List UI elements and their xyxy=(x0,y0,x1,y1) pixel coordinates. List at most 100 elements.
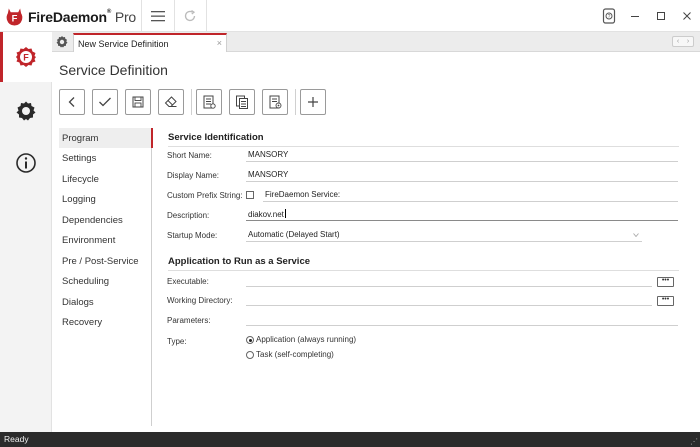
maximize-button[interactable] xyxy=(648,0,674,32)
settings-gear-icon xyxy=(16,101,36,121)
tab-settings-icon[interactable] xyxy=(55,35,69,49)
type-label: Type: xyxy=(167,337,187,346)
maximize-icon xyxy=(657,12,665,20)
startup-mode-value: Automatic (Delayed Start) xyxy=(248,230,340,239)
executable-browse-button[interactable]: ••• xyxy=(657,277,674,287)
section-title-identification: Service Identification xyxy=(168,132,264,143)
status-text: Ready xyxy=(4,434,29,444)
app-logo: F FireDaemon® Pro xyxy=(6,6,136,28)
help-button[interactable]: ? xyxy=(594,0,624,32)
nav-item-environment[interactable]: Environment xyxy=(59,231,152,251)
titlebar-divider xyxy=(206,0,207,32)
svg-text:F: F xyxy=(23,53,29,63)
refresh-button[interactable] xyxy=(174,0,206,32)
section-divider xyxy=(168,270,679,271)
description-label: Description: xyxy=(167,211,210,220)
executable-input[interactable] xyxy=(246,275,652,287)
document-tab-strip: New Service Definition × ‹ › xyxy=(52,32,700,52)
eraser-icon xyxy=(164,96,177,107)
prefix-label: Custom Prefix String: xyxy=(167,191,243,200)
minimize-button[interactable] xyxy=(622,0,648,32)
nav-item-logging[interactable]: Logging xyxy=(59,190,152,210)
type-task-radio[interactable] xyxy=(246,351,254,359)
firedaemon-services-icon: F xyxy=(16,47,36,67)
rail-services-button[interactable]: F xyxy=(0,32,52,82)
section-navigation: Program Settings Lifecycle Logging Depen… xyxy=(59,128,153,426)
export-list-button[interactable] xyxy=(196,89,222,115)
close-button[interactable] xyxy=(674,0,700,32)
clear-button[interactable] xyxy=(158,89,184,115)
apply-button[interactable] xyxy=(92,89,118,115)
menu-button[interactable] xyxy=(142,0,174,32)
document-settings-button[interactable] xyxy=(262,89,288,115)
help-icon: ? xyxy=(602,8,616,24)
description-input[interactable]: diakov.net xyxy=(246,209,678,221)
firedaemon-logo-icon: F xyxy=(6,8,23,26)
display-name-label: Display Name: xyxy=(167,171,220,180)
document-list-icon xyxy=(203,95,216,109)
back-icon xyxy=(68,97,75,107)
navigation-rail: F xyxy=(0,32,52,432)
toolbar-divider xyxy=(295,89,296,115)
startup-mode-select[interactable]: Automatic (Delayed Start) xyxy=(246,230,642,242)
close-icon xyxy=(683,12,691,20)
trademark-mark: ® xyxy=(106,9,112,15)
scroll-right-icon[interactable]: › xyxy=(687,38,689,45)
check-icon xyxy=(99,97,111,107)
short-name-input[interactable]: MANSORY xyxy=(246,150,678,162)
save-button[interactable] xyxy=(125,89,151,115)
type-application-label[interactable]: Application (always running) xyxy=(256,335,356,344)
display-name-input[interactable]: MANSORY xyxy=(246,170,678,182)
type-application-radio[interactable] xyxy=(246,336,254,344)
nav-item-recovery[interactable]: Recovery xyxy=(59,313,152,333)
nav-item-dependencies[interactable]: Dependencies xyxy=(59,210,152,230)
app-window: F FireDaemon® Pro ? F New Service Defini… xyxy=(0,0,700,447)
description-value: diakov.net xyxy=(248,210,284,219)
minimize-icon xyxy=(631,16,639,17)
tab-label: New Service Definition xyxy=(78,38,169,49)
text-caret xyxy=(284,209,286,218)
svg-text:F: F xyxy=(12,13,18,24)
title-bar: F FireDaemon® Pro ? xyxy=(0,0,700,32)
back-button[interactable] xyxy=(59,89,85,115)
working-directory-input[interactable] xyxy=(246,294,652,306)
section-divider xyxy=(168,146,679,147)
tab-close-icon[interactable]: × xyxy=(217,38,222,48)
short-name-label: Short Name: xyxy=(167,151,212,160)
brand-name: FireDaemon xyxy=(27,9,107,25)
prefix-checkbox[interactable] xyxy=(246,191,254,199)
startup-mode-label: Startup Mode: xyxy=(167,231,218,240)
document-settings-icon xyxy=(269,95,282,109)
nav-item-pre-post-service[interactable]: Pre / Post-Service xyxy=(59,251,152,271)
parameters-label: Parameters: xyxy=(167,316,211,325)
hamburger-menu-icon xyxy=(151,11,165,22)
tab-new-service-definition[interactable]: New Service Definition × xyxy=(73,33,227,52)
save-icon xyxy=(132,96,144,108)
type-task-label[interactable]: Task (self-completing) xyxy=(256,350,334,359)
brand-suffix: Pro xyxy=(114,9,136,25)
nav-item-scheduling[interactable]: Scheduling xyxy=(59,272,152,292)
prefix-input[interactable]: FireDaemon Service: xyxy=(263,190,678,202)
add-button[interactable] xyxy=(300,89,326,115)
nav-item-lifecycle[interactable]: Lifecycle xyxy=(59,169,152,189)
page-title: Service Definition xyxy=(59,62,168,78)
chevron-down-icon[interactable] xyxy=(633,233,639,237)
rail-about-button[interactable] xyxy=(0,138,52,188)
nav-item-dialogs[interactable]: Dialogs xyxy=(59,292,152,312)
duplicate-button[interactable] xyxy=(229,89,255,115)
toolbar-divider xyxy=(191,89,192,115)
section-title-application: Application to Run as a Service xyxy=(168,256,311,267)
tab-scroll-buttons[interactable]: ‹ › xyxy=(672,36,694,47)
refresh-icon xyxy=(184,9,196,22)
app-brand-text: FireDaemon® Pro xyxy=(28,9,136,25)
parameters-input[interactable] xyxy=(246,314,678,326)
status-bar: Ready ⋰ xyxy=(0,432,700,447)
rail-settings-button[interactable] xyxy=(0,86,52,136)
nav-item-program[interactable]: Program xyxy=(59,128,153,148)
working-directory-browse-button[interactable]: ••• xyxy=(657,296,674,306)
scroll-left-icon[interactable]: ‹ xyxy=(677,38,679,45)
nav-item-settings[interactable]: Settings xyxy=(59,149,152,169)
resize-grip-icon[interactable]: ⋰ xyxy=(690,437,698,446)
plus-icon xyxy=(308,97,318,107)
info-icon xyxy=(16,153,36,173)
